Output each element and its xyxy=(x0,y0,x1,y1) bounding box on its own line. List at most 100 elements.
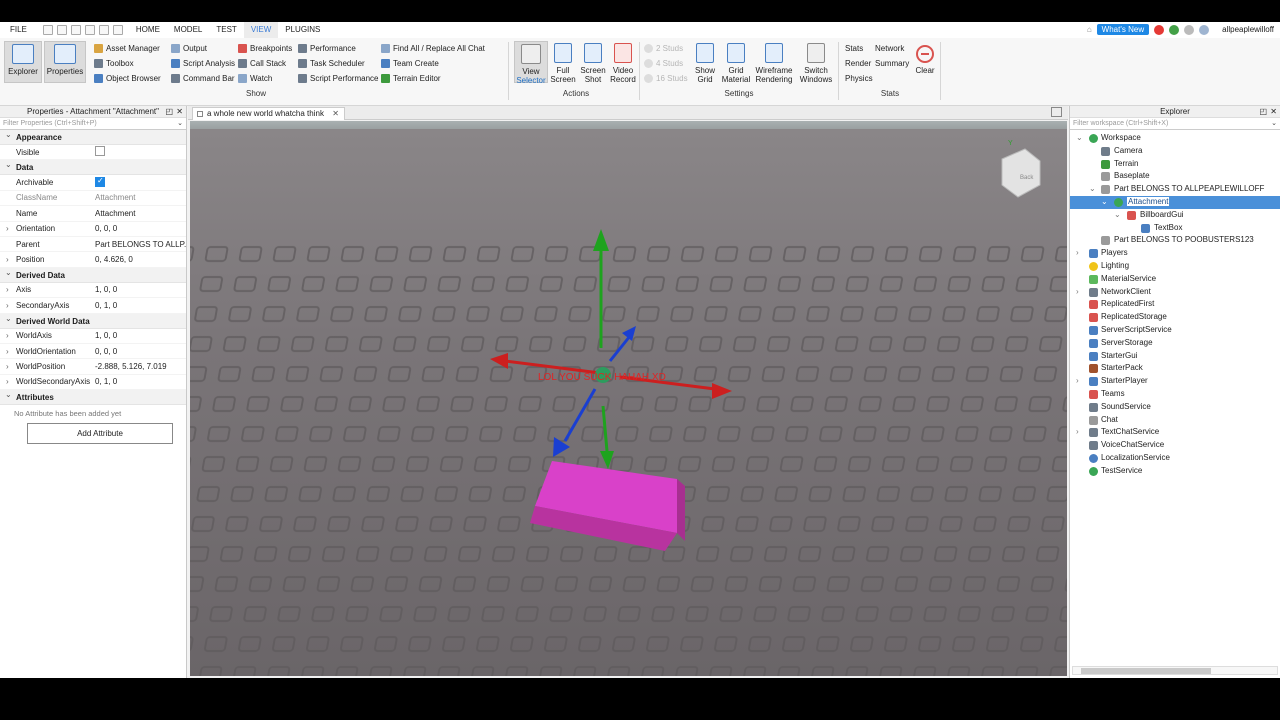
toolbox-button[interactable]: Toolbox xyxy=(94,57,161,69)
explorer-button[interactable]: Explorer xyxy=(4,41,42,83)
menu-home[interactable]: HOME xyxy=(129,22,167,38)
prop-world-secondary-axis-value[interactable]: 0, 1, 0 xyxy=(95,377,186,386)
tree-item-voicechatservice[interactable]: VoiceChatService xyxy=(1070,439,1280,452)
performance-button[interactable]: Performance xyxy=(298,42,378,54)
prop-orientation-value[interactable]: 0, 0, 0 xyxy=(95,224,186,233)
explorer-horizontal-scrollbar[interactable] xyxy=(1072,666,1278,675)
close-icon[interactable]: ✕ xyxy=(176,106,183,118)
prop-world-axis[interactable]: WorldAxis 1, 0, 0 xyxy=(0,329,186,344)
prop-name-value[interactable]: Attachment xyxy=(95,209,186,218)
home-icon[interactable]: ⌂ xyxy=(1087,25,1092,34)
command-bar-button[interactable]: Command Bar xyxy=(171,72,235,84)
tree-item-replicatedstorage[interactable]: ReplicatedStorage xyxy=(1070,311,1280,324)
section-appearance[interactable]: Appearance xyxy=(0,127,186,145)
section-attributes[interactable]: Attributes xyxy=(0,387,186,406)
tree-item-terrain[interactable]: Terrain xyxy=(1070,158,1280,171)
tree-item-rename-field[interactable]: Attachment xyxy=(1127,196,1170,206)
studs-2-radio[interactable]: 2 Studs xyxy=(644,42,688,54)
prop-world-position-value[interactable]: -2.888, 5.126, 7.019 xyxy=(95,362,186,371)
section-derived-world-data[interactable]: Derived World Data xyxy=(0,311,186,329)
section-derived-data[interactable]: Derived Data xyxy=(0,265,186,283)
find-replace-button[interactable]: Find All / Replace All xyxy=(381,42,466,54)
save-icon[interactable] xyxy=(70,25,81,35)
tree-item-billboardgui[interactable]: ⌄ BillboardGui xyxy=(1070,209,1280,222)
view-selector-button[interactable]: View Selector xyxy=(514,41,548,85)
task-scheduler-button[interactable]: Task Scheduler xyxy=(298,57,378,69)
username[interactable]: allpeaplewilloff xyxy=(1222,25,1274,34)
tree-item-serverscriptservice[interactable]: ServerScriptService xyxy=(1070,324,1280,337)
stats-button[interactable]: Stats xyxy=(845,42,873,54)
redo-icon[interactable] xyxy=(112,25,123,35)
stop-icon[interactable] xyxy=(84,25,95,35)
prop-world-orientation-value[interactable]: 0, 0, 0 xyxy=(95,347,186,356)
tree-item-starterpack[interactable]: StarterPack xyxy=(1070,362,1280,375)
prop-world-orientation[interactable]: WorldOrientation 0, 0, 0 xyxy=(0,344,186,360)
prop-world-position[interactable]: WorldPosition -2.888, 5.126, 7.019 xyxy=(0,359,186,375)
screenshot-button[interactable]: Screen Shot xyxy=(578,41,608,84)
video-record-button[interactable]: Video Record xyxy=(608,41,638,84)
tree-item-serverstorage[interactable]: ServerStorage xyxy=(1070,337,1280,350)
tree-item-players[interactable]: › Players xyxy=(1070,247,1280,260)
grid-material-button[interactable]: Grid Material xyxy=(720,41,752,84)
show-grid-button[interactable]: Show Grid xyxy=(690,41,720,84)
wireframe-button[interactable]: Wireframe Rendering xyxy=(754,41,794,84)
physics-button[interactable]: Physics xyxy=(845,72,873,84)
viewport-scene[interactable]: Back Y LOL YOU SUCK HAHAH XD xyxy=(190,121,1067,676)
tree-item-workspace[interactable]: ⌄ Workspace xyxy=(1070,132,1280,145)
close-tab-icon[interactable]: ✕ xyxy=(332,108,339,120)
prop-axis-value[interactable]: 1, 0, 0 xyxy=(95,285,186,294)
tree-item-textchatservice[interactable]: › TextChatService xyxy=(1070,426,1280,439)
undo-icon[interactable] xyxy=(98,25,109,35)
tree-item-attachment[interactable]: ⌄ Attachment xyxy=(1070,195,1280,209)
prop-axis[interactable]: Axis 1, 0, 0 xyxy=(0,283,186,299)
network-button[interactable]: Network xyxy=(875,42,909,54)
tree-item-lighting[interactable]: Lighting xyxy=(1070,260,1280,273)
tree-item-materialservice[interactable]: MaterialService xyxy=(1070,273,1280,286)
menu-plugins[interactable]: PLUGINS xyxy=(278,22,327,38)
team-icon[interactable] xyxy=(1169,24,1180,35)
share-icon[interactable] xyxy=(1199,24,1210,35)
tree-item-part-poobusters123[interactable]: Part BELONGS TO POOBUSTERS123 xyxy=(1070,234,1280,247)
tree-item-soundservice[interactable]: SoundService xyxy=(1070,401,1280,414)
tree-item-testservice[interactable]: TestService xyxy=(1070,465,1280,478)
chevron-down-icon[interactable]: ⌄ xyxy=(177,118,183,130)
undock-icon[interactable]: ◰ xyxy=(165,106,173,118)
undock-icon[interactable]: ◰ xyxy=(1259,106,1267,118)
new-file-icon[interactable] xyxy=(42,25,53,35)
status-icon[interactable] xyxy=(1154,24,1165,35)
tree-item-localizationservice[interactable]: LocalizationService xyxy=(1070,452,1280,465)
tree-item-chat[interactable]: Chat xyxy=(1070,414,1280,427)
tree-item-networkclient[interactable]: › NetworkClient xyxy=(1070,286,1280,299)
archivable-checkbox[interactable] xyxy=(95,176,105,187)
add-attribute-button[interactable]: Add Attribute xyxy=(27,423,173,445)
breakpoints-button[interactable]: Breakpoints xyxy=(238,42,292,54)
prop-secondary-axis[interactable]: SecondaryAxis 0, 1, 0 xyxy=(0,298,186,314)
visible-checkbox[interactable] xyxy=(95,146,105,157)
prop-position[interactable]: Position 0, 4.626, 0 xyxy=(0,252,186,268)
tree-item-part-allpeaplewilloff[interactable]: ⌄ Part BELONGS TO ALLPEAPLEWILLOFF xyxy=(1070,183,1280,196)
tree-item-camera[interactable]: Camera xyxy=(1070,145,1280,158)
help-icon[interactable] xyxy=(1184,24,1195,35)
watch-button[interactable]: Watch xyxy=(238,72,292,84)
terrain-editor-button[interactable]: Terrain Editor xyxy=(381,72,466,84)
properties-filter-input[interactable]: Filter Properties (Ctrl+Shift+P) ⌄ xyxy=(0,118,186,130)
tree-item-baseplate[interactable]: Baseplate xyxy=(1070,170,1280,183)
properties-button[interactable]: Properties xyxy=(44,41,86,83)
menu-test[interactable]: TEST xyxy=(209,22,243,38)
menu-view[interactable]: VIEW xyxy=(243,22,279,38)
tree-item-starterplayer[interactable]: › StarterPlayer xyxy=(1070,375,1280,388)
menu-file[interactable]: FILE xyxy=(0,22,37,38)
clear-button[interactable]: Clear xyxy=(912,41,938,83)
asset-manager-button[interactable]: Asset Manager xyxy=(94,42,161,54)
object-browser-button[interactable]: Object Browser xyxy=(94,72,161,84)
prop-world-secondary-axis[interactable]: WorldSecondaryAxis 0, 1, 0 xyxy=(0,375,186,391)
summary-button[interactable]: Summary xyxy=(875,57,909,69)
studs-16-radio[interactable]: 16 Studs xyxy=(644,72,688,84)
switch-windows-button[interactable]: Switch Windows xyxy=(796,41,836,84)
menu-model[interactable]: MODEL xyxy=(167,22,209,38)
script-performance-button[interactable]: Script Performance xyxy=(298,72,378,84)
tree-item-teams[interactable]: Teams xyxy=(1070,388,1280,401)
prop-world-axis-value[interactable]: 1, 0, 0 xyxy=(95,331,186,340)
full-screen-button[interactable]: Full Screen xyxy=(548,41,578,84)
section-data[interactable]: Data xyxy=(0,157,186,176)
